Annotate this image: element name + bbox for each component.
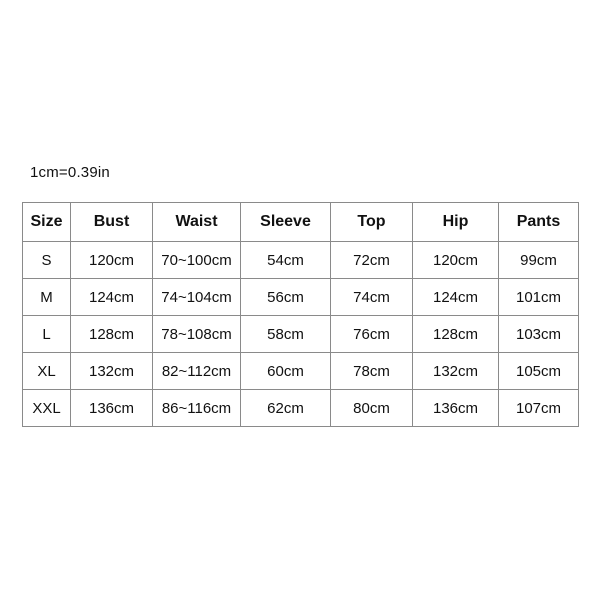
cell-top: 72cm xyxy=(330,241,413,279)
cell-size: XXL xyxy=(22,389,71,427)
size-chart-container: 1cm=0.39in Size Bust Waist Sleeve Top Hi… xyxy=(22,164,579,427)
cell-waist: 78~108cm xyxy=(152,315,241,353)
table-row: L 128cm 78~108cm 58cm 76cm 128cm 103cm xyxy=(22,315,579,353)
cell-size: M xyxy=(22,278,71,316)
cell-hip: 136cm xyxy=(412,389,499,427)
table-row: XL 132cm 82~112cm 60cm 78cm 132cm 105cm xyxy=(22,352,579,390)
cell-waist: 74~104cm xyxy=(152,278,241,316)
cell-bust: 136cm xyxy=(70,389,153,427)
column-header-pants: Pants xyxy=(498,202,579,242)
cell-waist: 86~116cm xyxy=(152,389,241,427)
cell-bust: 128cm xyxy=(70,315,153,353)
column-header-size: Size xyxy=(22,202,71,242)
table-row: S 120cm 70~100cm 54cm 72cm 120cm 99cm xyxy=(22,241,579,279)
cell-pants: 99cm xyxy=(498,241,579,279)
cell-bust: 124cm xyxy=(70,278,153,316)
cell-pants: 103cm xyxy=(498,315,579,353)
cell-hip: 120cm xyxy=(412,241,499,279)
cell-pants: 101cm xyxy=(498,278,579,316)
cell-bust: 120cm xyxy=(70,241,153,279)
cell-size: S xyxy=(22,241,71,279)
cell-bust: 132cm xyxy=(70,352,153,390)
cell-size: L xyxy=(22,315,71,353)
column-header-top: Top xyxy=(330,202,413,242)
cell-hip: 124cm xyxy=(412,278,499,316)
column-header-hip: Hip xyxy=(412,202,499,242)
cell-waist: 70~100cm xyxy=(152,241,241,279)
table-row: XXL 136cm 86~116cm 62cm 80cm 136cm 107cm xyxy=(22,389,579,427)
cell-top: 80cm xyxy=(330,389,413,427)
cell-top: 78cm xyxy=(330,352,413,390)
column-header-sleeve: Sleeve xyxy=(240,202,331,242)
cell-pants: 105cm xyxy=(498,352,579,390)
cell-sleeve: 54cm xyxy=(240,241,331,279)
column-header-waist: Waist xyxy=(152,202,241,242)
cell-sleeve: 60cm xyxy=(240,352,331,390)
cell-hip: 128cm xyxy=(412,315,499,353)
cell-sleeve: 62cm xyxy=(240,389,331,427)
cell-top: 74cm xyxy=(330,278,413,316)
size-chart-table: Size Bust Waist Sleeve Top Hip Pants S 1… xyxy=(22,202,579,427)
cell-hip: 132cm xyxy=(412,352,499,390)
column-header-bust: Bust xyxy=(70,202,153,242)
cell-top: 76cm xyxy=(330,315,413,353)
unit-conversion-note: 1cm=0.39in xyxy=(30,164,110,181)
cell-size: XL xyxy=(22,352,71,390)
cell-sleeve: 58cm xyxy=(240,315,331,353)
table-row: M 124cm 74~104cm 56cm 74cm 124cm 101cm xyxy=(22,278,579,316)
table-header-row: Size Bust Waist Sleeve Top Hip Pants xyxy=(22,202,579,242)
cell-pants: 107cm xyxy=(498,389,579,427)
cell-waist: 82~112cm xyxy=(152,352,241,390)
cell-sleeve: 56cm xyxy=(240,278,331,316)
